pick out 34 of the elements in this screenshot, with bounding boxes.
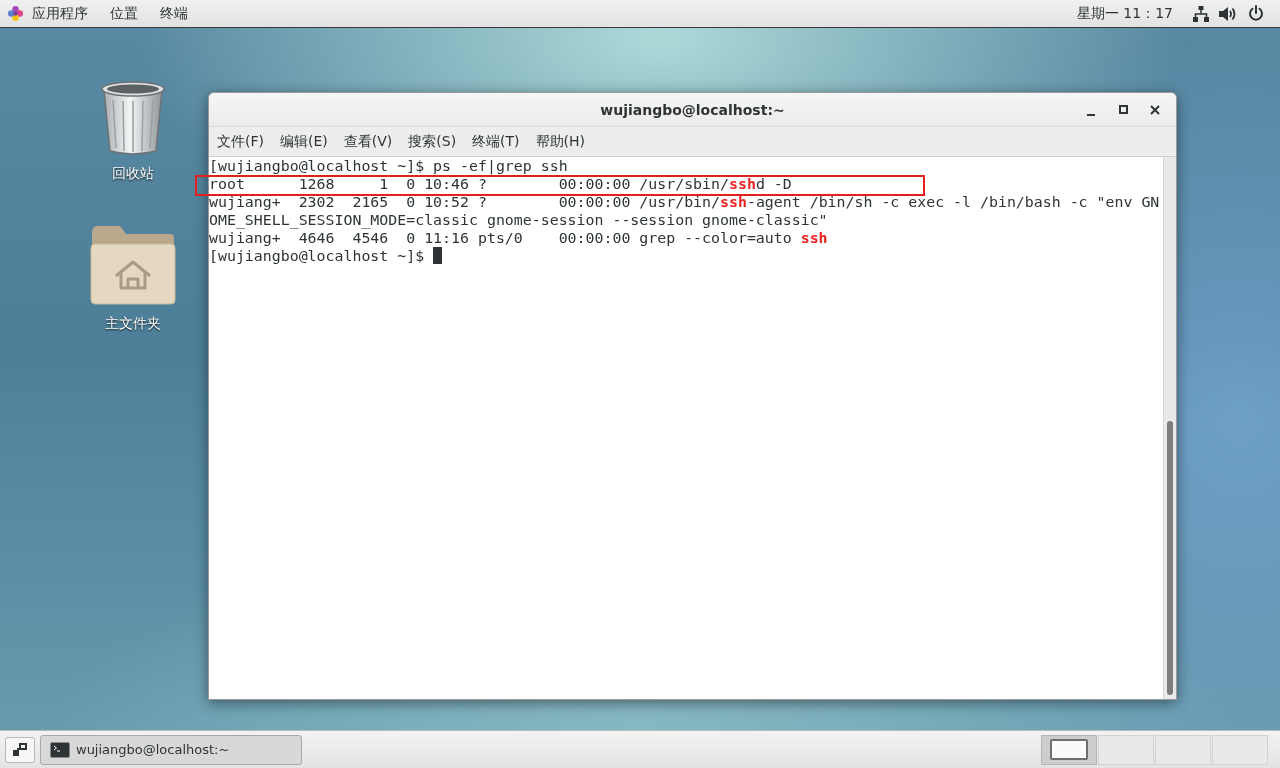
top-menu[interactable]: 位置 xyxy=(99,0,149,27)
scrollbar-thumb[interactable] xyxy=(1167,421,1173,695)
squares-icon xyxy=(13,743,27,756)
show-desktop-button[interactable] xyxy=(5,736,35,763)
terminal-line: wujiang+ 4646 4546 0 11:16 pts/0 00:00:00 grep --color=auto ssh xyxy=(209,229,828,247)
menu-item[interactable]: 编辑(E) xyxy=(272,132,336,151)
menu-item[interactable]: 查看(V) xyxy=(335,132,401,151)
close-icon xyxy=(1150,104,1160,115)
menu-item[interactable]: 帮助(H) xyxy=(527,132,594,151)
network-icon[interactable] xyxy=(1193,5,1209,22)
window-title: wujiangbo@localhost:~ xyxy=(600,101,785,118)
trash-icon[interactable] xyxy=(99,80,166,156)
menu-item[interactable]: 文件(F) xyxy=(209,132,272,151)
minimize-icon xyxy=(1087,113,1095,116)
terminal-line: [wujiangbo@localhost ~]$ ps -ef|grep ssh xyxy=(209,157,568,175)
terminal-line: [wujiangbo@localhost ~]$ xyxy=(209,247,426,265)
maximize-icon xyxy=(1118,105,1128,114)
applications-menu[interactable]: 应用程序 xyxy=(0,0,99,27)
menu-item[interactable]: 搜索(S) xyxy=(400,132,465,151)
logo-icon xyxy=(8,6,23,21)
terminal-line: wujiang+ 2302 2165 0 10:52 ? 00:00:00 /usr/bin/ssh-agent /bin/sh -c exec -l /bin/bash -c "env GN xyxy=(209,193,1160,211)
top-menu[interactable]: 终端 xyxy=(149,0,199,27)
menu-item[interactable]: 终端(T) xyxy=(464,132,528,151)
terminal-line: OME_SHELL_SESSION_MODE=classic gnome-session --session gnome-classic" xyxy=(209,211,828,229)
icon-label[interactable]: 回收站 xyxy=(111,165,154,182)
terminal-icon xyxy=(50,741,70,758)
terminal-line: root 1268 1 0 10:46 ? 00:00:00 /usr/sbin/sshd -D xyxy=(209,175,792,193)
task-button[interactable]: wujiangbo@localhost:~ xyxy=(40,734,302,765)
clock[interactable]: 星期一 11：17 xyxy=(1076,4,1173,23)
workspace-button[interactable] xyxy=(1041,734,1097,765)
power-icon[interactable] xyxy=(1248,5,1264,22)
volume-icon[interactable] xyxy=(1219,5,1236,22)
home-folder-icon[interactable] xyxy=(89,224,176,306)
icon-label[interactable]: 主文件夹 xyxy=(104,315,161,332)
